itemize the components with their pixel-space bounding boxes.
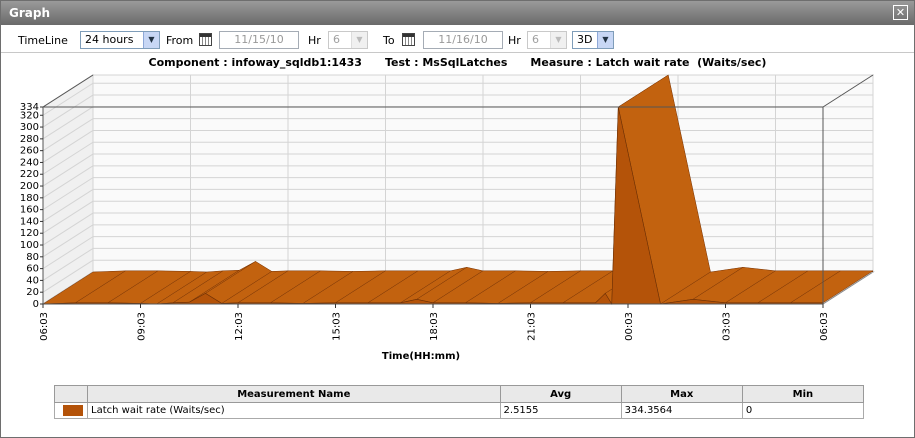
to-label: To: [383, 34, 395, 47]
x-tick-label: 12:03: [234, 312, 245, 341]
table-header-avg: Avg: [499, 385, 622, 403]
timeline-select[interactable]: 24 hours ▼: [80, 31, 160, 49]
table-row: Latch wait rate (Waits/sec) 2.5155 334.3…: [53, 402, 865, 419]
from-date-input[interactable]: 11/15/10: [219, 31, 299, 49]
chevron-down-icon[interactable]: ▼: [550, 32, 566, 48]
table-header-legend: [53, 385, 89, 403]
hr-to-value: 6: [532, 33, 539, 46]
y-tick-label: 300: [20, 122, 39, 133]
x-tick-label: 00:03: [624, 312, 635, 341]
chevron-down-icon[interactable]: ▼: [597, 32, 613, 48]
y-tick-label: 334: [20, 102, 39, 113]
chart-component: Component : infoway_sqldb1:1433: [148, 56, 362, 69]
measurement-min: 0: [741, 402, 865, 419]
y-tick-label: 0: [33, 299, 39, 310]
x-tick-label: 03:03: [722, 312, 733, 341]
y-tick-label: 120: [20, 228, 39, 239]
measurement-max: 334.3564: [620, 402, 743, 419]
measurement-avg: 2.5155: [499, 402, 622, 419]
y-tick-label: 240: [20, 157, 39, 168]
y-tick-label: 160: [20, 205, 39, 216]
y-tick-label: 220: [20, 169, 39, 180]
window-titlebar: Graph ✕: [1, 1, 914, 25]
x-tick-label: 09:03: [137, 312, 148, 341]
view-mode-select[interactable]: 3D ▼: [572, 31, 614, 49]
y-tick-label: 40: [26, 275, 39, 286]
legend-swatch-cell: [53, 402, 89, 419]
hr-from-select[interactable]: 6 ▼: [328, 31, 368, 49]
y-tick-label: 260: [20, 146, 39, 157]
x-tick-label: 06:03: [39, 312, 50, 341]
x-axis-title: Time(HH:mm): [382, 351, 460, 362]
x-tick-label: 06:03: [819, 312, 830, 341]
calendar-icon[interactable]: [199, 33, 212, 46]
chart-heading: Component : infoway_sqldb1:1433 Test : M…: [1, 56, 914, 69]
x-tick-label: 21:03: [527, 312, 538, 341]
y-tick-label: 80: [26, 252, 39, 263]
window-title: Graph: [9, 6, 50, 20]
toolbar: TimeLine 24 hours ▼ From 11/15/10 Hr 6 ▼…: [1, 26, 914, 53]
y-tick-label: 100: [20, 240, 39, 251]
x-tick-label: 15:03: [332, 312, 343, 341]
hr-to-select[interactable]: 6 ▼: [527, 31, 567, 49]
hr-from-label: Hr: [308, 34, 321, 47]
from-label: From: [166, 34, 194, 47]
chart-measure: Measure : Latch wait rate (Waits/sec): [530, 56, 767, 69]
y-tick-label: 180: [20, 193, 39, 204]
timeline-value: 24 hours: [85, 33, 134, 46]
view-mode-value: 3D: [577, 33, 593, 46]
measurement-name: Latch wait rate (Waits/sec): [87, 402, 501, 419]
close-icon[interactable]: ✕: [893, 5, 908, 20]
y-tick-label: 20: [26, 287, 39, 298]
calendar-icon[interactable]: [402, 33, 415, 46]
y-tick-label: 200: [20, 181, 39, 192]
table-header-min: Min: [741, 385, 865, 403]
latch-wait-rate-chart: 0204060801001201401601802002202402602803…: [20, 74, 875, 362]
chart-area: Component : infoway_sqldb1:1433 Test : M…: [1, 54, 914, 366]
measurement-table: Measurement Name Avg Max Min Latch wait …: [53, 385, 865, 419]
table-header-max: Max: [620, 385, 743, 403]
y-tick-label: 140: [20, 216, 39, 227]
timeline-label: TimeLine: [18, 34, 68, 47]
hr-to-label: Hr: [508, 34, 521, 47]
x-tick-label: 18:03: [429, 312, 440, 341]
chart-side-wall: [42, 74, 94, 305]
to-date-input[interactable]: 11/16/10: [423, 31, 503, 49]
graph-window: Graph ✕ TimeLine 24 hours ▼ From 11/15/1…: [0, 0, 915, 438]
chevron-down-icon[interactable]: ▼: [351, 32, 367, 48]
hr-from-value: 6: [333, 33, 340, 46]
table-header-row: Measurement Name Avg Max Min: [53, 385, 865, 403]
table-header-name: Measurement Name: [87, 385, 501, 403]
legend-swatch: [62, 404, 83, 416]
y-tick-label: 60: [26, 264, 39, 275]
chevron-down-icon[interactable]: ▼: [143, 32, 159, 48]
chart-test: Test : MsSqlLatches: [384, 56, 508, 69]
y-tick-label: 280: [20, 134, 39, 145]
